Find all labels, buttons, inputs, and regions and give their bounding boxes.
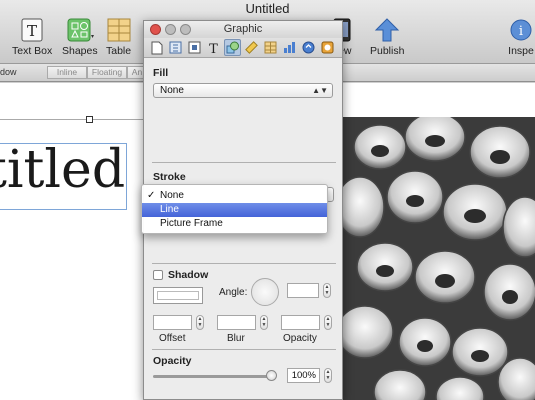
inspector-titlebar[interactable]: Graphic bbox=[144, 21, 342, 38]
color-swatch bbox=[157, 291, 199, 300]
tab-table[interactable] bbox=[262, 39, 279, 56]
close-button[interactable] bbox=[150, 24, 161, 35]
shadow-opacity-stepper[interactable]: ▲ ▼ bbox=[324, 315, 332, 330]
shapes-label: Shapes bbox=[62, 45, 98, 57]
menu-item-none[interactable]: ✓ None bbox=[142, 189, 327, 203]
blur-stepper[interactable]: ▲ ▼ bbox=[260, 315, 268, 330]
publish-icon bbox=[375, 18, 400, 42]
document-title-text[interactable]: titled bbox=[0, 140, 125, 200]
shadow-color-well[interactable] bbox=[153, 287, 203, 304]
tab-wrap[interactable] bbox=[186, 39, 203, 56]
table-button[interactable]: Table bbox=[106, 18, 131, 57]
text-box-button[interactable]: T Text Box bbox=[12, 18, 52, 57]
table-small-icon bbox=[264, 41, 277, 54]
graphic-icon bbox=[226, 41, 239, 54]
tab-chart[interactable] bbox=[281, 39, 298, 56]
format-bar-label: dow bbox=[0, 67, 17, 77]
wrap-floating-segment[interactable]: Floating bbox=[87, 66, 127, 79]
tab-quicktime[interactable] bbox=[319, 39, 336, 56]
publish-label: Publish bbox=[370, 45, 405, 57]
tab-link[interactable] bbox=[300, 39, 317, 56]
blur-label: Blur bbox=[227, 333, 245, 344]
tab-metrics[interactable] bbox=[243, 39, 260, 56]
inspector-button[interactable]: i Inspe bbox=[508, 18, 534, 57]
fill-popup[interactable]: None ▲▼ bbox=[153, 83, 333, 98]
opacity-stepper[interactable]: ▲ ▼ bbox=[324, 368, 332, 383]
tab-text[interactable]: T bbox=[205, 39, 222, 56]
text-icon: T bbox=[209, 42, 218, 54]
publish-button[interactable]: Publish bbox=[370, 18, 404, 57]
chart-icon bbox=[284, 42, 295, 53]
inspector-label: Inspe bbox=[508, 45, 534, 57]
text-box-icon: T bbox=[21, 18, 43, 42]
section-divider bbox=[152, 162, 336, 163]
inspector-tab-bar: T bbox=[144, 38, 342, 58]
document-icon bbox=[151, 41, 162, 54]
wrap-icon bbox=[188, 41, 201, 54]
zoom-button[interactable] bbox=[180, 24, 191, 35]
window-title: Untitled bbox=[245, 1, 290, 16]
shapes-icon bbox=[67, 18, 94, 42]
wrap-inline-segment[interactable]: Inline bbox=[47, 66, 87, 79]
stroke-label: Stroke bbox=[153, 171, 186, 183]
svg-text:i: i bbox=[519, 24, 523, 39]
menu-item-none-label: None bbox=[160, 190, 184, 201]
tab-graphic[interactable] bbox=[224, 39, 241, 56]
shadow-label: Shadow bbox=[168, 269, 209, 281]
stroke-dropdown-menu[interactable]: ✓ None Line Picture Frame bbox=[141, 184, 328, 234]
checkmark-icon: ✓ bbox=[147, 190, 156, 201]
angle-wheel[interactable] bbox=[251, 278, 279, 306]
offset-label: Offset bbox=[159, 333, 186, 344]
quicktime-icon bbox=[321, 41, 334, 54]
shadow-checkbox[interactable] bbox=[153, 270, 163, 280]
fill-label: Fill bbox=[153, 67, 169, 79]
section-divider bbox=[152, 349, 336, 350]
menu-item-line[interactable]: Line bbox=[142, 203, 327, 217]
opacity-field[interactable]: 100% bbox=[287, 368, 320, 383]
flower-photo[interactable] bbox=[340, 117, 535, 400]
ruler-icon bbox=[245, 41, 258, 54]
popup-arrows-icon: ▲▼ bbox=[312, 86, 328, 95]
minimize-button[interactable] bbox=[165, 24, 176, 35]
selection-handle[interactable] bbox=[86, 116, 93, 123]
blur-field[interactable] bbox=[217, 315, 256, 330]
section-divider bbox=[152, 263, 336, 264]
shadow-opacity-field[interactable] bbox=[281, 315, 320, 330]
offset-field[interactable] bbox=[153, 315, 192, 330]
shapes-button[interactable]: Shapes bbox=[62, 18, 98, 57]
tab-layout[interactable] bbox=[167, 39, 184, 56]
svg-text:T: T bbox=[27, 22, 37, 40]
fill-value: None bbox=[160, 85, 184, 96]
tab-document[interactable] bbox=[148, 39, 165, 56]
angle-field[interactable] bbox=[287, 283, 319, 298]
menu-item-picture-frame[interactable]: Picture Frame bbox=[142, 217, 327, 231]
menu-item-picture-frame-label: Picture Frame bbox=[160, 218, 223, 229]
menu-item-line-label: Line bbox=[160, 204, 179, 215]
table-icon bbox=[107, 18, 131, 42]
table-label: Table bbox=[106, 45, 132, 57]
opacity-slider-knob[interactable] bbox=[266, 370, 277, 381]
opacity-label: Opacity bbox=[153, 355, 192, 367]
angle-label: Angle: bbox=[219, 287, 248, 298]
inspector-title: Graphic bbox=[223, 23, 263, 35]
shadow-opacity-label: Opacity bbox=[283, 333, 317, 344]
svg-text:T: T bbox=[209, 42, 218, 54]
offset-stepper[interactable]: ▲ ▼ bbox=[196, 315, 204, 330]
text-box-label: Text Box bbox=[12, 45, 53, 57]
layout-icon bbox=[169, 41, 182, 54]
angle-stepper[interactable]: ▲ ▼ bbox=[323, 283, 331, 298]
link-icon bbox=[302, 41, 315, 54]
inspector-icon: i bbox=[510, 19, 532, 41]
opacity-slider-track[interactable] bbox=[153, 375, 275, 378]
